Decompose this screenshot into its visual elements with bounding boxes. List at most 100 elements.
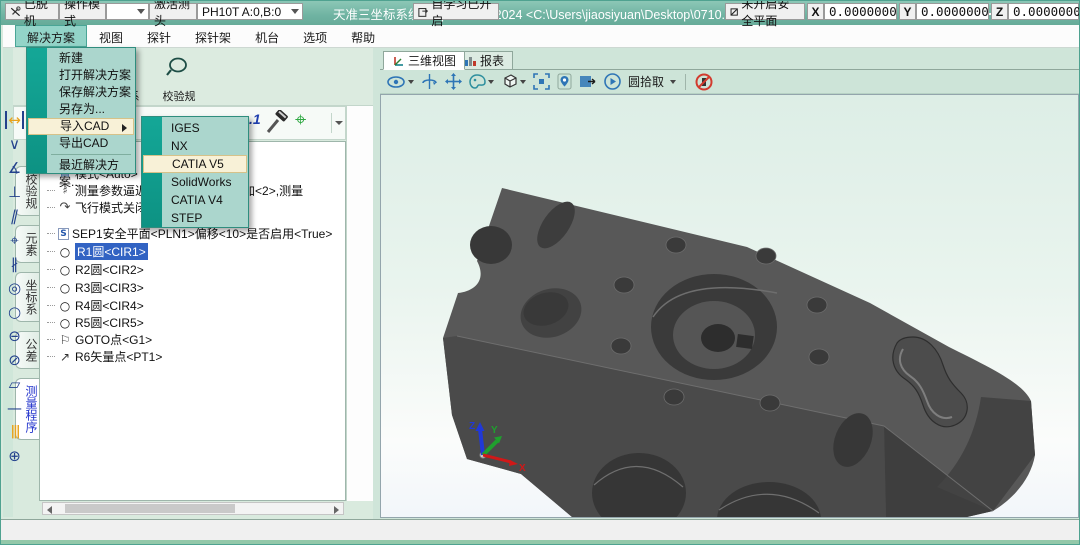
menu-machine[interactable]: 机台 [243, 25, 291, 47]
inclined-angle-icon[interactable]: ∡ [1, 157, 28, 179]
green-position-icon[interactable]: ⌖ [295, 107, 306, 131]
zoom-fit-icon [533, 73, 550, 90]
circle-pick-dropdown[interactable]: 圆拾取 [628, 73, 676, 90]
goto-flag-icon: ⚐ [58, 333, 72, 347]
tab-3d-view[interactable]: 三维视图 [383, 51, 465, 70]
circle-icon: ○ [58, 299, 72, 313]
submenu-item-catia-v4[interactable]: CATIA V4 [143, 191, 247, 209]
tree-item-circle-r2[interactable]: R2圆<CIR2> [75, 261, 144, 278]
connection-status: 已脱机 [5, 3, 59, 20]
scroll-right-arrow[interactable] [329, 503, 343, 514]
tab-3d-view-label: 三维视图 [408, 52, 456, 69]
menu-item-open-solution[interactable]: 打开解决方案 [28, 67, 134, 84]
no-probe-icon [695, 73, 713, 91]
scroll-left-arrow[interactable] [43, 503, 57, 514]
self-learning-icon [418, 6, 428, 18]
circularity-icon[interactable]: ○ [1, 301, 28, 323]
scrollbar-thumb[interactable] [65, 504, 235, 513]
offline-label: 已脱机 [24, 0, 54, 29]
tree-item-vector-point[interactable]: R6矢量点<PT1> [75, 348, 162, 365]
position-icon[interactable]: ⌖ [1, 229, 28, 251]
section-icon [579, 74, 597, 89]
concentricity-icon[interactable]: ◎ [1, 277, 28, 299]
cad-part-model: Z Y X [381, 95, 1078, 517]
decimal-precision-icon[interactable]: .1 [249, 111, 261, 127]
perpendicularity-icon[interactable]: ⊥ [1, 181, 28, 203]
straightness-icon[interactable]: — [1, 397, 28, 419]
y-coordinate-value: 0.0000000 [916, 3, 989, 20]
orbit-button[interactable] [421, 73, 438, 90]
magnifier-icon [166, 56, 192, 80]
self-learning-label: 自学习已开启 [431, 0, 494, 29]
svg-text:Z: Z [469, 421, 475, 432]
tree-item-goto-point[interactable]: GOTO点<G1> [75, 331, 152, 348]
z-axis-label: Z [991, 3, 1008, 20]
disable-probe-button[interactable] [695, 73, 713, 91]
tree-item-circle-r1[interactable]: R1圆<CIR1> [75, 243, 148, 260]
cube-icon [501, 73, 518, 90]
parallelism-icon[interactable]: ∥ [1, 205, 28, 227]
view-cube-button[interactable] [501, 73, 526, 90]
symmetry-icon[interactable]: ⊖ [1, 325, 28, 347]
status-bar [1, 519, 1080, 540]
tree-item-circle-r5[interactable]: R5圆<CIR5> [75, 314, 144, 331]
no-safety-plane-icon [730, 6, 738, 18]
x-axis-label: X [807, 3, 824, 20]
triple-line-icon[interactable]: ||| [1, 421, 28, 443]
submenu-item-solidworks[interactable]: SolidWorks [143, 173, 247, 191]
3d-viewport[interactable]: Z Y X [380, 94, 1079, 518]
menu-item-import-cad[interactable]: 导入CAD [28, 118, 134, 135]
operation-mode-label: 操作模式 [59, 3, 106, 20]
z-coordinate-value: 0.0000000 [1008, 3, 1079, 20]
gdt-toolbar [346, 106, 373, 501]
circle-icon: ○ [58, 263, 72, 277]
tree-item-flight-mode[interactable]: 飞行模式关闭 [75, 199, 147, 216]
import-cad-submenu: IGES NX CATIA V5 SolidWorks CATIA V4 STE… [141, 116, 249, 228]
zoom-fit-button[interactable] [533, 73, 550, 90]
part-body [443, 188, 1035, 517]
play-button[interactable] [604, 73, 621, 90]
operation-mode-select[interactable] [106, 3, 149, 20]
gauge-check-button[interactable]: 校验规 [152, 56, 206, 104]
active-probe-select[interactable]: PH10T A:0,B:0 [197, 3, 303, 20]
flatness-icon[interactable]: ▱ [1, 373, 28, 395]
tree-item-circle-r3[interactable]: R3圆<CIR3> [75, 279, 144, 296]
menu-item-export-cad[interactable]: 导出CAD [28, 135, 134, 152]
submenu-item-catia-v5[interactable]: CATIA V5 [143, 155, 247, 173]
menu-item-new[interactable]: 新建 [28, 50, 134, 67]
tree-item-circle-r4[interactable]: R4圆<CIR4> [75, 297, 144, 314]
circle-cross-icon[interactable]: ⊕ [1, 445, 28, 467]
submenu-arrow-icon [122, 124, 127, 132]
visibility-button[interactable] [387, 75, 414, 89]
locate-button[interactable] [557, 73, 572, 90]
angle-icon[interactable]: ∨ [1, 133, 28, 155]
angularity-icon[interactable]: ∦ [1, 253, 28, 275]
circle-icon: ○ [58, 316, 72, 330]
pan-button[interactable] [445, 73, 462, 90]
menu-item-recent-solutions[interactable]: 最近解决方案... [28, 157, 134, 174]
svg-text:Y: Y [491, 425, 498, 436]
triad-icon [392, 55, 404, 67]
menu-item-save-as[interactable]: 另存为... [28, 101, 134, 118]
circle-icon: ○ [58, 245, 72, 259]
tree-horizontal-scrollbar[interactable] [42, 502, 344, 515]
map-pin-icon [557, 73, 572, 90]
runout-icon[interactable]: ⊘ [1, 349, 28, 371]
submenu-item-iges[interactable]: IGES [143, 119, 247, 137]
self-learning-button[interactable]: 自学习已开启 [413, 3, 499, 20]
section-view-button[interactable] [579, 74, 597, 89]
gauge-check-label: 校验规 [152, 88, 206, 104]
toolbar-overflow-button[interactable] [331, 113, 343, 133]
safety-plane-status: 未开启安全平面 [725, 3, 805, 20]
menu-probe-rack[interactable]: 探针架 [183, 25, 243, 47]
hammer-icon[interactable] [264, 110, 290, 136]
offline-probe-icon [10, 5, 21, 18]
submenu-item-nx[interactable]: NX [143, 137, 247, 155]
submenu-item-step[interactable]: STEP [143, 209, 247, 227]
menu-help[interactable]: 帮助 [339, 25, 387, 47]
menu-item-save-solution[interactable]: 保存解决方案 [28, 84, 134, 101]
distance-icon[interactable]: ↔ [1, 109, 28, 131]
menu-options[interactable]: 选项 [291, 25, 339, 47]
toolbar-separator [685, 74, 686, 90]
render-style-button[interactable] [469, 74, 494, 89]
